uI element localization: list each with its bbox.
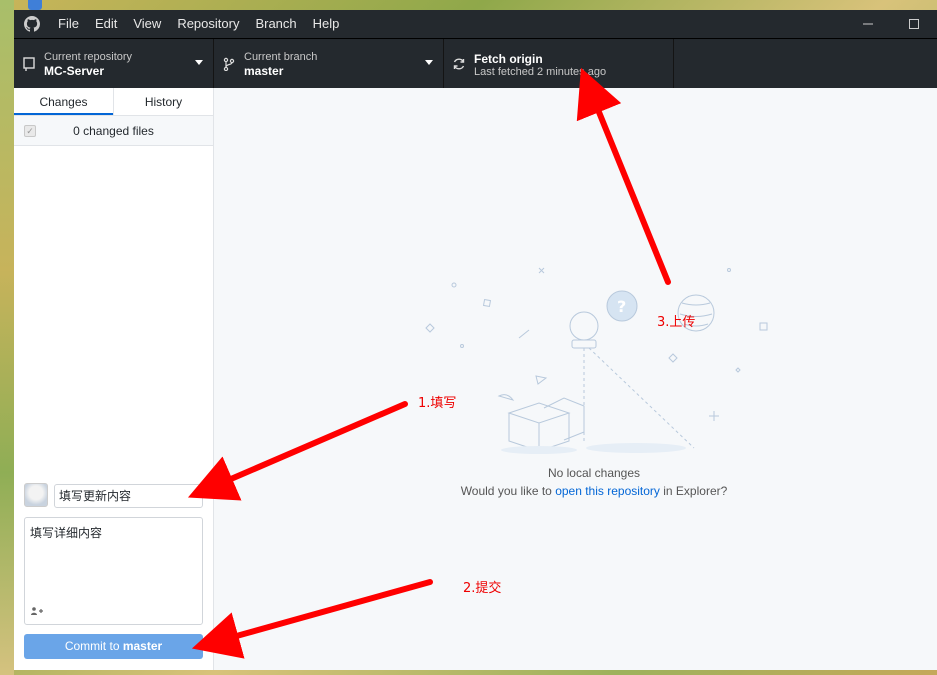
menu-file[interactable]: File xyxy=(50,10,87,38)
commit-panel: 填写更新内容 填写详细内容 Commit to master xyxy=(14,475,213,670)
desktop-background xyxy=(0,0,14,675)
open-repository-link[interactable]: open this repository xyxy=(555,484,660,498)
menu-help[interactable]: Help xyxy=(305,10,348,38)
svg-text:?: ? xyxy=(617,297,626,316)
sync-icon xyxy=(444,57,474,71)
no-changes-illustration: ? xyxy=(425,267,768,454)
github-logo-icon xyxy=(14,10,50,38)
branch-name: master xyxy=(244,63,284,78)
main-content: ? No local changes Would you like to ope… xyxy=(214,88,937,670)
branch-caption: Current branch xyxy=(244,50,318,63)
fetch-title: Fetch origin xyxy=(474,51,543,66)
add-coauthor-icon[interactable] xyxy=(31,607,43,618)
menu-edit[interactable]: Edit xyxy=(87,10,125,38)
empty-state-title: No local changes xyxy=(547,466,641,480)
commit-description-text: 填写详细内容 xyxy=(30,526,103,540)
branch-icon xyxy=(214,57,244,71)
changed-files-header: ✓ 0 changed files xyxy=(14,116,213,146)
commit-button[interactable]: Commit to master xyxy=(24,634,203,659)
github-desktop-window: File Edit View Repository Branch Help Cu… xyxy=(14,10,937,670)
menu-view[interactable]: View xyxy=(125,10,169,38)
current-repository-dropdown[interactable]: Current repository MC-Server xyxy=(14,39,214,89)
maximize-button[interactable] xyxy=(891,10,937,38)
select-all-checkbox[interactable]: ✓ xyxy=(24,125,36,137)
tab-changes[interactable]: Changes xyxy=(14,88,113,115)
current-branch-dropdown[interactable]: Current branch master xyxy=(214,39,444,89)
repo-name: MC-Server xyxy=(44,63,105,78)
menu-repository[interactable]: Repository xyxy=(169,10,247,38)
commit-button-branch: master xyxy=(122,639,163,653)
changed-files-count: 0 changed files xyxy=(73,123,154,138)
minimize-button[interactable] xyxy=(845,10,891,38)
hint-text-after: in Explorer? xyxy=(659,484,728,498)
menu-bar: File Edit View Repository Branch Help xyxy=(14,10,937,38)
menu-branch[interactable]: Branch xyxy=(247,10,304,38)
annotation-step1: 1.填写 xyxy=(418,396,457,411)
desktop-app-icon[interactable] xyxy=(28,0,42,10)
tab-history[interactable]: History xyxy=(113,88,213,115)
annotation-step3: 3.上传 xyxy=(657,315,696,330)
commit-description-input[interactable]: 填写详细内容 xyxy=(24,517,203,625)
toolbar: Current repository MC-Server Current bra… xyxy=(14,38,937,89)
repo-icon xyxy=(14,57,44,71)
sidebar: Changes History ✓ 0 changed files 填写更新内容… xyxy=(14,88,214,670)
window-controls xyxy=(845,10,937,38)
fetch-origin-button[interactable]: Fetch origin Last fetched 2 minutes ago xyxy=(444,39,674,89)
sidebar-tabs: Changes History xyxy=(14,88,213,116)
avatar xyxy=(24,483,48,507)
chevron-down-icon xyxy=(425,60,433,65)
chevron-down-icon xyxy=(195,60,203,65)
annotation-step2: 2.提交 xyxy=(463,581,502,596)
empty-state-hint: Would you like to open this repository i… xyxy=(214,484,937,498)
hint-text-before: Would you like to xyxy=(460,484,556,498)
commit-button-prefix: Commit to xyxy=(64,639,123,653)
repo-caption: Current repository xyxy=(44,50,133,63)
commit-summary-input[interactable]: 填写更新内容 xyxy=(54,484,203,508)
fetch-status: Last fetched 2 minutes ago xyxy=(474,65,607,78)
